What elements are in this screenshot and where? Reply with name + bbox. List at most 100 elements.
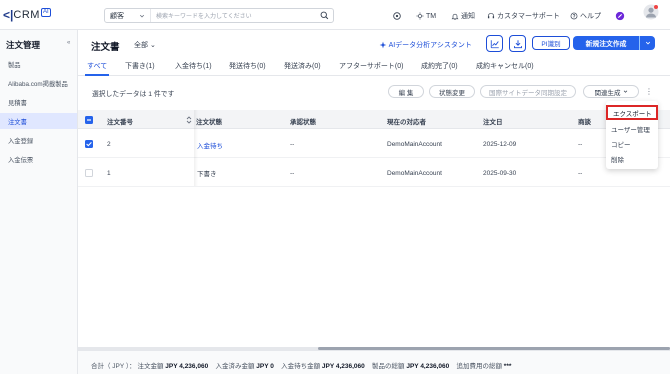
column-approval-status: 承認状態 (290, 119, 316, 126)
headset-icon (487, 13, 495, 19)
product-total-label: 製品の総額 (372, 363, 405, 370)
extra-cost-value: *** (503, 363, 512, 370)
approval-status: -- (290, 170, 295, 177)
order-status[interactable]: 下書き (197, 168, 217, 178)
question-circle-icon (570, 12, 578, 20)
current-owner: DemoMainAccount (387, 170, 442, 177)
tab-awaiting-payment[interactable]: 入金待ち(1) (175, 61, 212, 71)
sync-settings-button[interactable]: 国際サイトデータ同期設定 (480, 85, 576, 98)
sidebar-item-quotations[interactable]: 見積書 (0, 94, 77, 110)
order-total-label: 注文金額 (137, 363, 164, 370)
global-search: 顧客 検索キーワードを入力してください (104, 8, 334, 23)
sidebar-item-products[interactable]: 製品 (0, 56, 77, 72)
tab-awaiting-shipment[interactable]: 発送待ち(0) (229, 61, 266, 71)
tab-shipped[interactable]: 発送済み(0) (284, 61, 321, 71)
logo-text: CRM (13, 9, 40, 21)
view-filter-select[interactable]: 全部 ⌄ (134, 40, 156, 50)
related-generate-menu: エクスポート ユーザー管理 コピー 削除 (606, 101, 658, 169)
related-generate-label: 関連生成 (594, 89, 621, 97)
chart-icon-button[interactable] (486, 35, 503, 52)
approval-status: -- (290, 141, 295, 148)
pending-value: JPY 4,236,060 (321, 363, 365, 370)
search-icon[interactable] (318, 10, 330, 22)
deal: -- (578, 141, 583, 148)
fixed-column-shadow (194, 110, 198, 186)
paid-label: 入金済み金額 (215, 363, 255, 370)
select-all-checkbox[interactable] (85, 116, 93, 124)
logo-mark: <| (3, 8, 14, 22)
tab-draft[interactable]: 下書き(1) (125, 61, 155, 71)
download-icon-button[interactable] (509, 35, 526, 52)
main-content: 注文書 全部 ⌄ AIデータ分析アシスタント PI識別 新規注文作成 すべて 下… (78, 30, 670, 374)
user-menu[interactable]: TM (416, 10, 436, 22)
menu-item-copy[interactable]: コピー (606, 136, 658, 151)
target-icon[interactable] (392, 10, 402, 22)
sidebar-item-alibaba-products[interactable]: Alibaba.com掲載製品 (0, 75, 77, 91)
row-checkbox[interactable] (85, 140, 93, 148)
tab-completed[interactable]: 成約完了(0) (421, 61, 458, 71)
search-scope-select[interactable]: 顧客 (105, 9, 151, 22)
order-number[interactable]: 1 (107, 170, 111, 177)
ai-assistant-link[interactable]: AIデータ分析アシスタント (379, 40, 472, 50)
deal: -- (578, 170, 583, 177)
sidebar-item-payment-slips[interactable]: 入金伝票 (0, 151, 77, 167)
edit-button[interactable]: 編 集 (388, 85, 424, 98)
order-date: 2025-12-09 (483, 141, 517, 148)
order-number[interactable]: 2 (107, 141, 111, 148)
line-chart-icon (490, 39, 499, 48)
pi-identify-button[interactable]: PI識別 (532, 36, 570, 50)
more-actions-icon[interactable]: ⋮ (645, 87, 653, 96)
ai-assistant-label: AIデータ分析アシスタント (388, 42, 472, 49)
help-button[interactable]: ヘルプ (570, 10, 601, 22)
sparkle-icon (379, 41, 387, 49)
new-order-label: 新規注文作成 (585, 41, 627, 48)
sort-icon[interactable] (186, 116, 192, 124)
column-order-date: 注文日 (483, 119, 503, 126)
top-bar: <| CRM AI 顧客 検索キーワードを入力してください TM 通知 カスタマ… (0, 0, 670, 30)
sidebar-collapse-icon[interactable]: « (67, 40, 70, 46)
app-switch-icon[interactable] (615, 10, 625, 22)
sidebar: 注文管理 « 製品 Alibaba.com掲載製品 見積書 注文書 入金登録 入… (0, 30, 78, 374)
page-title: 注文書 (91, 42, 120, 53)
menu-item-delete[interactable]: 削除 (606, 151, 658, 166)
status-tabs: すべて 下書き(1) 入金待ち(1) 発送待ち(0) 発送済み(0) アフターサ… (78, 58, 670, 76)
column-deal: 商談 (578, 119, 591, 126)
logo-ai-badge: AI (40, 7, 51, 17)
totals-prefix: 合計（ JPY ）： (91, 363, 136, 370)
customer-support-button[interactable]: カスタマーサポート (487, 10, 560, 22)
tab-after-support[interactable]: アフターサポート(0) (339, 61, 403, 71)
order-date: 2025-09-30 (483, 170, 517, 177)
menu-item-user-management[interactable]: ユーザー管理 (606, 121, 658, 136)
sun-icon (416, 12, 424, 20)
menu-item-export[interactable]: エクスポート (606, 105, 658, 120)
chevron-down-icon (139, 14, 145, 17)
status-change-button[interactable]: 状態変更 (429, 85, 475, 98)
new-order-dropdown[interactable] (639, 36, 655, 50)
new-order-button[interactable]: 新規注文作成 (573, 36, 655, 50)
tab-all[interactable]: すべて (87, 61, 107, 71)
table-row[interactable]: 2 入金待ち -- DemoMainAccount 2025-12-09 -- (78, 130, 670, 158)
active-tab-indicator (85, 74, 109, 76)
table-row[interactable]: 1 下書き -- DemoMainAccount 2025-09-30 -- (78, 159, 670, 187)
table-header: 注文番号 注文状態 承認状態 現在の対応者 注文日 商談 (78, 110, 670, 129)
search-input[interactable]: 検索キーワードを入力してください (151, 11, 318, 20)
current-owner: DemoMainAccount (387, 141, 442, 148)
row-checkbox[interactable] (85, 169, 93, 177)
notifications-button[interactable]: 通知 (451, 10, 475, 22)
sidebar-item-orders[interactable]: 注文書 (0, 113, 77, 129)
tab-cancelled[interactable]: 成約キャンセル(0) (476, 61, 534, 71)
column-order-status: 注文状態 (196, 119, 222, 126)
selection-count: 選択したデータは 1 件です (92, 91, 175, 98)
app-logo[interactable]: <| CRM AI (3, 7, 51, 22)
pending-label: 入金待ち金額 (281, 363, 321, 370)
order-status[interactable]: 入金待ち (197, 140, 223, 150)
search-scope-label: 顧客 (110, 12, 124, 20)
related-generate-button[interactable]: 関連生成 (583, 85, 639, 98)
paid-value: JPY 0 (256, 363, 274, 370)
column-current-owner: 現在の対応者 (387, 119, 426, 126)
avatar[interactable] (643, 4, 659, 20)
bell-icon (451, 13, 459, 20)
chevron-down-icon (623, 90, 627, 93)
order-total-value: JPY 4,236,060 (165, 363, 209, 370)
sidebar-item-payment-registration[interactable]: 入金登録 (0, 132, 77, 148)
